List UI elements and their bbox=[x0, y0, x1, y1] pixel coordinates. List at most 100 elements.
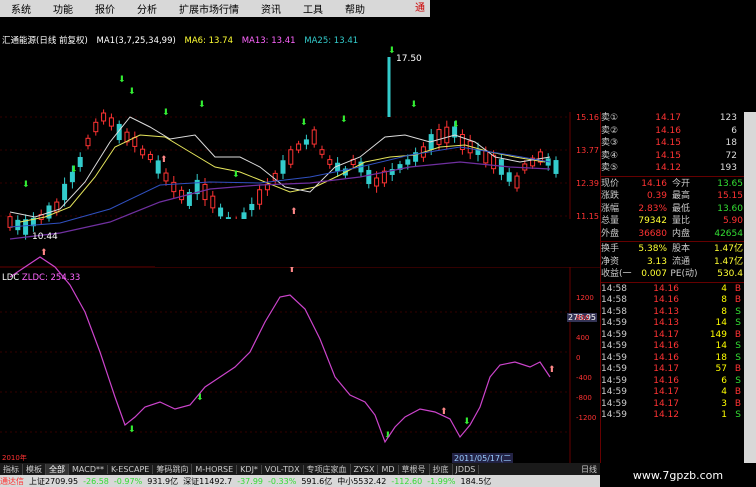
ma-blue-line bbox=[9, 146, 551, 228]
axis-price-0: 15.16 bbox=[576, 113, 599, 122]
candle-body bbox=[514, 175, 520, 189]
tick-volume: 3 bbox=[721, 398, 727, 409]
stat-label: 现价 bbox=[601, 178, 620, 189]
stock-name: 汇通能源(日线 前复权) bbox=[2, 36, 88, 46]
tab-indicator[interactable]: 指标 bbox=[0, 463, 23, 475]
tick-side: S bbox=[735, 341, 741, 351]
tab-macd[interactable]: MACD** bbox=[69, 464, 108, 474]
ask-vol: 6 bbox=[731, 125, 737, 136]
tick-row: 14:58 14.16 8 B bbox=[601, 295, 745, 307]
tab-jdds[interactable]: JDDS bbox=[453, 464, 480, 474]
divider bbox=[601, 281, 745, 283]
tick-side: S bbox=[735, 318, 741, 328]
indicator-axis-tick: 800 bbox=[576, 314, 590, 322]
tab-md[interactable]: MD bbox=[378, 464, 399, 474]
candle-body bbox=[327, 159, 333, 165]
tab-dealer[interactable]: 专项庄家血 bbox=[304, 463, 351, 475]
ask-price: 14.17 bbox=[655, 113, 681, 123]
black-occluder-topright bbox=[600, 0, 756, 112]
tick-volume: 8 bbox=[721, 306, 727, 317]
tab-m-horse[interactable]: M-HORSE bbox=[192, 464, 238, 474]
ma6-label: MA6: 13.74 bbox=[184, 36, 233, 46]
sell-arrow-icon: ⬇ bbox=[22, 180, 30, 190]
menu-tools[interactable]: 工具 bbox=[292, 1, 334, 16]
sell-arrow-icon: ⬇ bbox=[118, 75, 126, 85]
tick-volume: 6 bbox=[721, 375, 727, 386]
candle-body bbox=[303, 139, 309, 145]
menu-function[interactable]: 功能 bbox=[42, 1, 84, 16]
tick-volume: 14 bbox=[715, 341, 727, 351]
sell-arrow-icon: ⬇ bbox=[70, 165, 78, 175]
menu-quote[interactable]: 报价 bbox=[84, 1, 126, 16]
menu-ext-market[interactable]: 扩展市场行情 bbox=[168, 1, 250, 16]
divider bbox=[601, 241, 745, 242]
tab-chip[interactable]: 筹码跳向 bbox=[153, 463, 193, 475]
watermark: www.7gpzb.com bbox=[600, 463, 756, 487]
tab-k-escape[interactable]: K-ESCAPE bbox=[108, 464, 154, 474]
stat-value: 36680 bbox=[638, 228, 667, 239]
tab-vol-tdx[interactable]: VOL-TDX bbox=[262, 464, 304, 474]
status-sz-pct: -0.33% bbox=[268, 476, 297, 486]
candle-body bbox=[436, 129, 442, 145]
menu-info[interactable]: 资讯 bbox=[250, 1, 292, 16]
divider bbox=[601, 175, 745, 177]
stat-row: 总量 79342 量比 5.90 bbox=[601, 215, 745, 228]
tick-side: B bbox=[734, 295, 741, 305]
sell-arrow-icon: ⬇ bbox=[128, 425, 136, 435]
menu-system[interactable]: 系统 bbox=[0, 1, 42, 16]
tab-zysx[interactable]: ZYSX bbox=[351, 464, 379, 474]
tick-side: B bbox=[734, 398, 741, 409]
black-occluder-mid bbox=[155, 219, 600, 267]
tick-row: 14:59 14.17 57 B bbox=[601, 364, 745, 376]
tick-price: 14.16 bbox=[653, 352, 679, 363]
ldc-indicator-line bbox=[9, 256, 551, 444]
tick-time: 14:58 bbox=[601, 306, 627, 317]
tab-kdj[interactable]: KDJ* bbox=[237, 464, 262, 474]
status-sme: 中小5532.42 bbox=[337, 476, 387, 486]
stat-label: 涨跌 bbox=[601, 191, 620, 201]
menu-help[interactable]: 帮助 bbox=[334, 1, 376, 16]
candle-body bbox=[249, 203, 255, 211]
tick-row: 14:59 14.16 6 S bbox=[601, 376, 745, 388]
menu-red-icon[interactable]: 通 bbox=[415, 0, 430, 17]
stats2-list: 换手 5.38% 股本 1.47亿 净资 3.13 流通 1.47亿 收益(一 0.007 PE… bbox=[601, 243, 745, 281]
tab-template[interactable]: 模板 bbox=[23, 463, 46, 475]
price-high-label: 17.50 bbox=[396, 54, 422, 64]
stat-row: 收益(一 0.007 PE(动) 530.4 bbox=[601, 268, 745, 281]
menu-analysis[interactable]: 分析 bbox=[126, 1, 168, 16]
stat-row: 换手 5.38% 股本 1.47亿 bbox=[601, 243, 745, 256]
quote-panel: 卖① 14.17 123 卖② 14.16 6 卖③ 14.15 18 卖④ 14.15 72 … bbox=[600, 112, 745, 464]
ma13-label: MA13: 13.41 bbox=[241, 36, 296, 46]
stat-row: 涨跌 0.39 最高 15.15 bbox=[601, 190, 745, 203]
side-toolbar[interactable] bbox=[744, 112, 756, 464]
stat-label: 量比 bbox=[671, 216, 690, 226]
tab-grassroots[interactable]: 草根号 bbox=[399, 463, 430, 475]
tick-volume: 4 bbox=[721, 387, 727, 397]
tab-bottom[interactable]: 抄底 bbox=[430, 463, 453, 475]
ask-label: 卖④ bbox=[601, 150, 619, 161]
period-label[interactable]: 日线 bbox=[578, 464, 600, 475]
candle-body bbox=[147, 153, 153, 161]
indicator-legend: LDC ZLDC: 254.33 bbox=[2, 273, 80, 285]
stat-value: 15.15 bbox=[717, 191, 743, 201]
axis-price-1: 13.77 bbox=[576, 146, 599, 155]
ask-label: 卖③ bbox=[601, 138, 619, 148]
tick-price: 14.12 bbox=[653, 410, 679, 420]
tick-side: S bbox=[735, 306, 741, 317]
tick-volume: 149 bbox=[709, 329, 727, 340]
buy-arrow-icon: ⬆ bbox=[290, 207, 298, 217]
candle-body bbox=[62, 183, 68, 201]
status-sh-chg: -26.58 bbox=[83, 476, 109, 486]
candle-body bbox=[23, 219, 29, 235]
tick-time: 14:58 bbox=[601, 295, 627, 305]
panel-date-left: 2010年 bbox=[2, 454, 27, 462]
buy-arrow-icon: ⬆ bbox=[40, 248, 48, 258]
tab-all[interactable]: 全部 bbox=[46, 463, 69, 475]
tick-time: 14:58 bbox=[601, 283, 627, 294]
candle-body bbox=[311, 129, 317, 145]
indicator-name: LDC bbox=[2, 273, 20, 283]
stat-value: 0.007 bbox=[641, 269, 667, 279]
tick-time: 14:59 bbox=[601, 375, 627, 386]
candle-body bbox=[522, 163, 528, 171]
tick-time: 14:59 bbox=[601, 364, 627, 374]
